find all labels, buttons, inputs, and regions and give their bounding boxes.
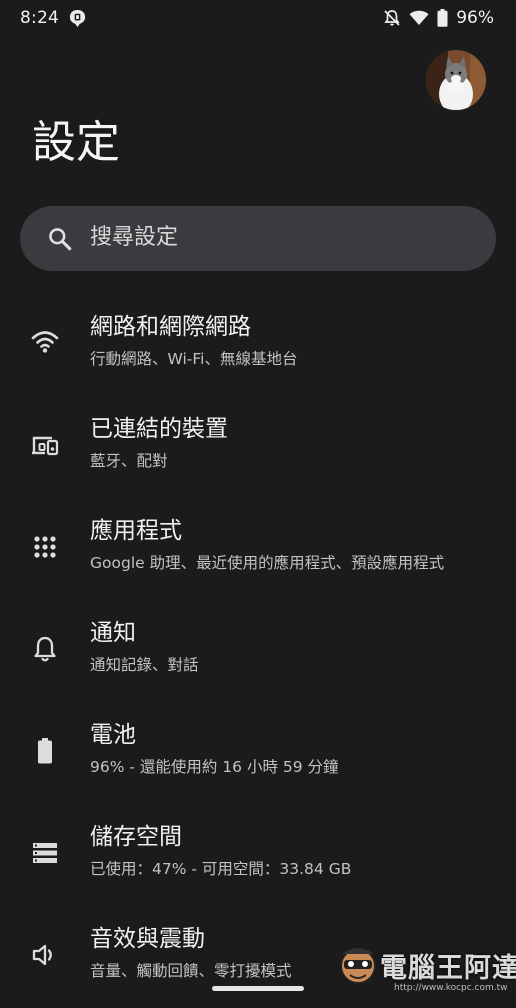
item-title: 儲存空間	[90, 824, 182, 850]
item-subtitle: 藍牙、配對	[90, 452, 168, 470]
status-time: 8:24	[20, 8, 59, 28]
watermark-url: http://www.kocpc.com.tw	[394, 983, 508, 993]
battery-percent: 96%	[456, 8, 494, 28]
wifi-icon	[31, 331, 59, 353]
search-icon	[49, 228, 72, 251]
item-subtitle: 音量、觸動回饋、零打擾模式	[90, 962, 292, 980]
battery-icon	[437, 9, 448, 27]
gesture-nav-bar[interactable]	[212, 986, 304, 991]
wifi-icon	[409, 10, 429, 25]
settings-item-battery[interactable]: 電池 96% - 還能使用約 16 小時 59 分鐘	[0, 708, 516, 804]
watermark-text: 電腦王阿達	[380, 953, 516, 984]
mute-icon	[384, 10, 400, 26]
apps-grid-icon	[34, 536, 56, 558]
volume-icon	[32, 944, 52, 966]
settings-item-apps[interactable]: 應用程式 Google 助理、最近使用的應用程式、預設應用程式	[0, 504, 516, 600]
search-bar[interactable]: 搜尋設定	[20, 206, 496, 271]
storage-icon	[33, 843, 57, 863]
user-avatar-cat	[426, 50, 486, 110]
item-title: 網路和網際網路	[90, 314, 251, 340]
item-subtitle: 通知記錄、對話	[90, 656, 199, 674]
item-subtitle: 96% - 還能使用約 16 小時 59 分鐘	[90, 758, 339, 776]
item-title: 音效與震動	[90, 926, 205, 952]
page-title: 設定	[32, 117, 120, 168]
settings-item-network[interactable]: 網路和網際網路 行動網路、Wi-Fi、無線基地台	[0, 300, 516, 396]
item-title: 已連結的裝置	[90, 416, 228, 442]
notification-shield-icon	[69, 9, 86, 28]
bell-icon	[34, 636, 56, 662]
item-subtitle: Google 助理、最近使用的應用程式、預設應用程式	[90, 554, 445, 572]
item-subtitle: 行動網路、Wi-Fi、無線基地台	[90, 350, 298, 368]
item-title: 通知	[90, 620, 136, 646]
mascot-logo-icon	[340, 948, 376, 984]
item-title: 電池	[90, 722, 136, 748]
item-title: 應用程式	[90, 518, 182, 544]
item-subtitle: 已使用：47% - 可用空間：33.84 GB	[90, 860, 352, 878]
battery-icon	[38, 738, 52, 764]
search-placeholder: 搜尋設定	[90, 225, 179, 250]
settings-item-connected-devices[interactable]: 已連結的裝置 藍牙、配對	[0, 402, 516, 498]
connected-devices-icon	[32, 436, 59, 456]
status-bar: 8:24 96%	[0, 0, 516, 36]
watermark: 電腦王阿達 http://www.kocpc.com.tw	[336, 940, 516, 998]
settings-item-notifications[interactable]: 通知 通知記錄、對話	[0, 606, 516, 702]
avatar[interactable]	[426, 50, 486, 110]
settings-item-storage[interactable]: 儲存空間 已使用：47% - 可用空間：33.84 GB	[0, 810, 516, 906]
